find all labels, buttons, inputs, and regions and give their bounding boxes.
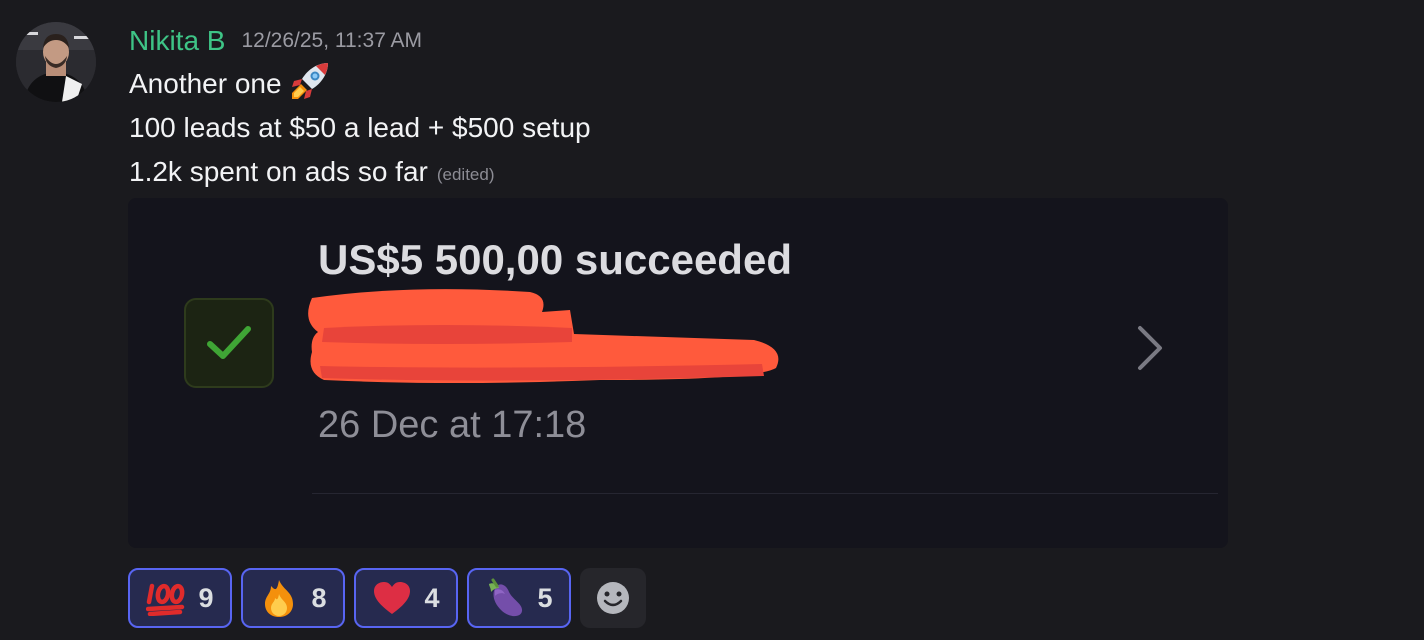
avatar-photo (16, 22, 96, 102)
reaction-count: 5 (537, 582, 553, 613)
redaction-scribble (300, 284, 800, 401)
payment-amount: US$5 500,00 succeeded (318, 236, 792, 283)
hundred-points-emoji (146, 580, 186, 616)
reaction-heart[interactable]: 4 (354, 568, 458, 628)
fire-emoji (259, 578, 299, 618)
smiley-icon (597, 582, 629, 614)
reaction-count: 8 (311, 582, 327, 613)
status-badge (184, 298, 274, 388)
message-text: 100 leads at $50 a lead + $500 setup (129, 112, 591, 143)
reaction-eggplant[interactable]: 5 (467, 568, 571, 628)
avatar[interactable] (16, 22, 96, 102)
reaction-fire[interactable]: 8 (241, 568, 345, 628)
check-icon (207, 326, 251, 359)
message-header: Nikita B 12/26/25, 11:37 AM (129, 22, 422, 60)
message-text: Another one (129, 68, 282, 99)
message-line: 1.2k spent on ads so far (edited) (129, 150, 495, 194)
reaction-count: 9 (198, 582, 214, 613)
reaction-hundred[interactable]: 9 (128, 568, 232, 628)
chevron-right-icon (1134, 324, 1166, 377)
message-line: Another one (129, 62, 332, 106)
eggplant-emoji (485, 578, 525, 618)
red-heart-emoji (372, 580, 412, 616)
rocket-emoji (288, 59, 332, 110)
username[interactable]: Nikita B (129, 25, 225, 57)
image-attachment[interactable]: US$5 500,00 succeeded 26 Dec at 17:18 (128, 198, 1228, 548)
reaction-count: 4 (424, 582, 440, 613)
divider (312, 493, 1218, 494)
edited-label: (edited) (436, 165, 495, 184)
chat-message: Nikita B 12/26/25, 11:37 AM Another one … (0, 0, 1424, 640)
reactions-bar: 9 8 4 5 (128, 568, 646, 628)
message-line: 100 leads at $50 a lead + $500 setup (129, 106, 591, 150)
message-text: 1.2k spent on ads so far (129, 156, 428, 187)
payment-date: 26 Dec at 17:18 (318, 404, 587, 446)
add-reaction-button[interactable] (580, 568, 646, 628)
message-timestamp[interactable]: 12/26/25, 11:37 AM (241, 29, 422, 53)
